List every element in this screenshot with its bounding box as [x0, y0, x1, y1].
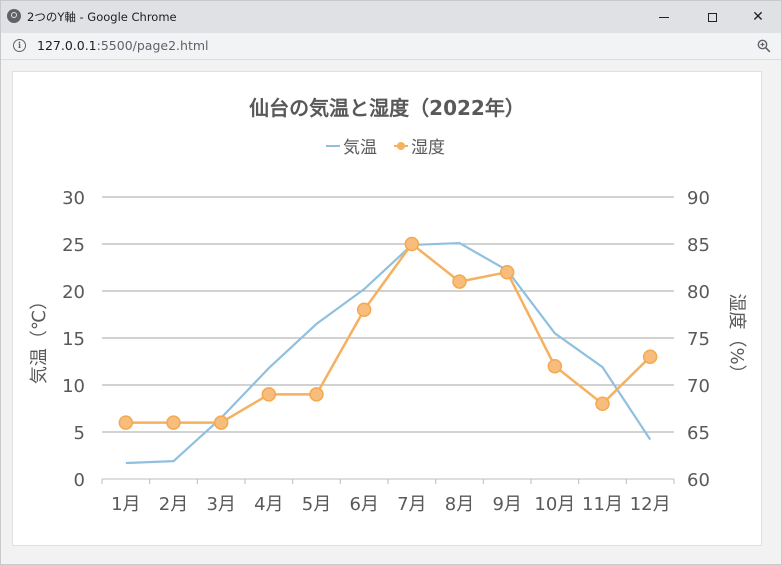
temperature-point [458, 242, 460, 244]
x-tick-label: 4月 [254, 494, 283, 515]
x-tick-label: 2月 [159, 494, 188, 515]
humidity-point [309, 387, 324, 402]
y-right-tick-label: 85 [687, 235, 710, 256]
chrome-icon [7, 9, 21, 23]
chart-container: 仙台の気温と湿度（2022年） 気温 湿度 0 5 10 15 20 25 30 60 65 70 75 8… [12, 71, 762, 546]
minimize-icon [659, 16, 669, 18]
humidity-point [118, 415, 134, 430]
chart-svg: 仙台の気温と湿度（2022年） 気温 湿度 0 5 10 15 20 25 30 60 65 70 75 8… [29, 96, 747, 515]
temperature-point [125, 462, 127, 464]
close-button[interactable]: ✕ [735, 1, 781, 33]
address-bar[interactable]: i 127.0.0.1:5500/page2.html [1, 33, 781, 60]
x-tick-label: 3月 [206, 494, 235, 515]
maximize-button[interactable] [689, 1, 735, 33]
x-tick-label: 6月 [349, 494, 378, 515]
temperature-point [363, 288, 365, 290]
humidity-point [356, 302, 372, 318]
legend-marker-humidity [397, 142, 405, 150]
legend-label-humidity: 湿度 [411, 138, 445, 158]
y-right-axis-title: 湿度（%） [726, 293, 747, 382]
legend-label-temperature: 気温 [343, 138, 377, 158]
site-info-icon[interactable]: i [13, 39, 26, 52]
humidity-point [595, 396, 610, 412]
y-left-tick-label: 20 [62, 282, 85, 303]
x-tick-label: 5月 [302, 494, 331, 515]
temperature-point [172, 460, 174, 462]
browser-window: 2つのY軸 - Google Chrome ✕ i 127.0.0.1:5500… [0, 0, 782, 565]
x-tick-label: 12月 [630, 494, 671, 515]
y-left-tick-label: 5 [74, 423, 85, 444]
y-left-tick-label: 15 [62, 329, 85, 350]
window-title: 2つのY軸 - Google Chrome [27, 10, 177, 24]
maximize-icon [707, 12, 717, 22]
zoom-in-icon[interactable] [757, 39, 771, 53]
y-left-tick-label: 0 [74, 470, 85, 491]
humidity-point [404, 236, 420, 252]
chart-title: 仙台の気温と湿度（2022年） [249, 96, 525, 120]
y-right-tick-label: 90 [687, 188, 710, 209]
x-tick-label: 9月 [492, 494, 521, 515]
y-right-tick-label: 80 [687, 282, 710, 303]
y-left-axis-title: 気温（℃） [29, 292, 50, 384]
humidity-point [166, 415, 181, 430]
temperature-point [649, 438, 651, 440]
temperature-point [268, 367, 270, 369]
humidity-point [452, 274, 467, 289]
page-content: 仙台の気温と湿度（2022年） 気温 湿度 0 5 10 15 20 25 30 60 65 70 75 8… [1, 60, 781, 564]
x-tick-label: 1月 [111, 494, 140, 515]
close-icon: ✕ [752, 9, 764, 25]
humidity-point [547, 358, 563, 374]
title-bar[interactable]: 2つのY軸 - Google Chrome ✕ [1, 1, 781, 33]
humidity-point [499, 264, 515, 280]
temperature-point [554, 332, 556, 334]
temperature-point [601, 366, 603, 368]
humidity-point [642, 349, 658, 365]
y-right-tick-label: 75 [687, 329, 710, 350]
y-left-tick-label: 30 [62, 188, 85, 209]
x-tick-label: 11月 [582, 494, 623, 515]
series-line-humidity [125, 242, 652, 424]
humidity-point [261, 387, 277, 402]
y-left-tick-label: 25 [62, 235, 85, 256]
humidity-point [213, 415, 229, 430]
url-host: 127.0.0.1 [37, 38, 97, 53]
y-right-tick-label: 60 [687, 470, 710, 491]
url-path: :5500/page2.html [96, 38, 209, 53]
url-text[interactable]: 127.0.0.1:5500/page2.html [37, 38, 209, 53]
y-left-tick-label: 10 [62, 376, 85, 397]
x-tick-label: 7月 [397, 494, 426, 515]
x-tick-label: 8月 [445, 494, 474, 515]
x-tick-label: 10月 [534, 494, 575, 515]
minimize-button[interactable] [641, 1, 687, 33]
y-right-tick-label: 65 [687, 423, 710, 444]
y-right-tick-label: 70 [687, 376, 710, 397]
temperature-point [315, 323, 317, 325]
